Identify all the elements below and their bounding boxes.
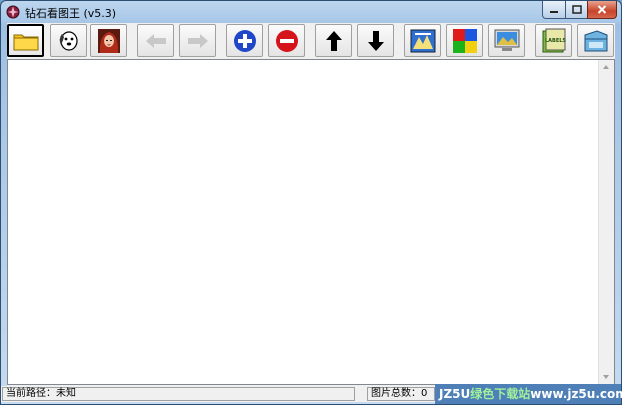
next-button[interactable] [179, 24, 216, 57]
arrow-left-icon [145, 33, 166, 48]
vertical-scrollbar[interactable] [598, 60, 614, 384]
watermark-text: 绿色下载站 [470, 387, 531, 401]
monitor-button[interactable] [488, 24, 525, 57]
folder-tab-button[interactable] [577, 24, 614, 57]
image-count-status: 图片总数：0 [367, 387, 435, 401]
slideshow-button[interactable] [404, 24, 441, 57]
window-title: 钻石看图王 (v5.3) [25, 7, 117, 20]
current-path-status: 当前路径：未知 [2, 387, 355, 401]
maximize-button[interactable] [565, 1, 588, 19]
monitor-icon [494, 29, 519, 51]
move-up-button[interactable] [315, 24, 352, 57]
title-bar[interactable]: 钻石看图王 (v5.3) [1, 1, 621, 23]
arrow-up-icon [325, 30, 342, 51]
folder-icon [13, 34, 38, 50]
image-count-value: 0 [421, 388, 428, 399]
image-view-area[interactable] [7, 59, 615, 385]
watermark-url: www.jz5u.com [530, 387, 622, 401]
maximize-icon [571, 5, 582, 14]
minimize-icon [550, 10, 558, 13]
portrait-icon [97, 28, 120, 53]
scroll-down-icon[interactable] [603, 375, 609, 379]
dog-icon [59, 30, 78, 51]
app-logo-icon [6, 5, 20, 19]
zoom-out-button[interactable] [268, 24, 305, 57]
previous-button[interactable] [137, 24, 174, 57]
watermark: JZ5U绿色下载站www.jz5u.com [435, 384, 622, 404]
close-icon [597, 5, 607, 14]
watermark-brand: JZ5U [439, 387, 471, 401]
scroll-up-icon[interactable] [603, 65, 609, 69]
move-down-button[interactable] [357, 24, 394, 57]
minus-circle-icon [275, 29, 298, 52]
app-window: 钻石看图王 (v5.3) LABELS 当前路径：未知 图片总数：0 [0, 0, 622, 405]
portrait-button[interactable] [90, 24, 127, 57]
open-folder-button[interactable] [7, 24, 44, 57]
client-area: LABELS 当前路径：未知 图片总数：0 [1, 23, 621, 402]
plus-circle-icon [233, 29, 256, 52]
arrow-right-icon [187, 33, 208, 48]
color-squares-icon [452, 28, 477, 53]
dog-button[interactable] [50, 24, 87, 57]
close-button[interactable] [587, 1, 617, 19]
folder-tab-icon [584, 29, 607, 51]
labels-book-icon: LABELS [542, 28, 566, 52]
slideshow-icon [410, 29, 435, 52]
minimize-button[interactable] [542, 1, 566, 19]
arrow-down-icon [367, 30, 384, 51]
labels-button[interactable]: LABELS [535, 24, 572, 57]
zoom-in-button[interactable] [226, 24, 263, 57]
image-count-label: 图片总数： [371, 388, 421, 399]
labels-text: LABELS [544, 38, 565, 44]
colors-button[interactable] [446, 24, 483, 57]
toolbar: LABELS [7, 23, 615, 59]
